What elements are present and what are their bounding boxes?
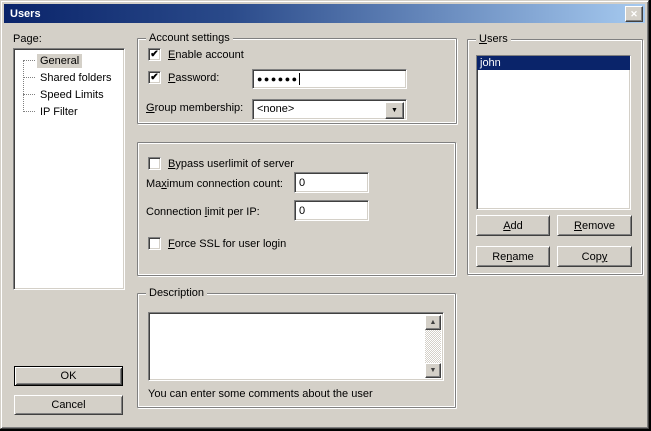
password-checkbox[interactable]: ✔	[148, 71, 161, 84]
connection-limit-per-ip-input[interactable]: 0	[294, 200, 369, 221]
group-membership-select[interactable]: <none> ▼	[252, 99, 407, 120]
page-tree[interactable]: General Shared folders Speed Limits IP F…	[13, 48, 125, 290]
rename-button[interactable]: Rename	[476, 246, 550, 267]
ok-button-label: OK	[61, 370, 77, 382]
description-legend: Description	[146, 287, 207, 299]
force-ssl-checkbox-row[interactable]: Force SSL for user login	[148, 237, 286, 250]
tree-item-label: IP Filter	[37, 105, 81, 119]
copy-button[interactable]: Copy	[557, 246, 632, 267]
titlebar[interactable]: Users ✕	[4, 4, 645, 23]
password-checkbox-row[interactable]: ✔ Password:	[148, 71, 219, 84]
remove-button-label: Remove	[574, 220, 615, 232]
arrow-up-icon: ▲	[430, 319, 437, 326]
users-legend: Users	[476, 33, 511, 45]
tree-item-shared-folders[interactable]: Shared folders	[14, 69, 124, 86]
tree-stub-icon	[23, 111, 35, 112]
description-hint: You can enter some comments about the us…	[148, 388, 373, 400]
connection-limit-per-ip-label: Connection limit per IP:	[146, 206, 260, 218]
description-scrollbar[interactable]: ▲ ▼	[425, 315, 441, 378]
window-title: Users	[10, 8, 41, 20]
enable-account-checkbox-row[interactable]: ✔ Enable account	[148, 48, 244, 61]
ok-button[interactable]: OK	[14, 366, 123, 386]
user-name: john	[480, 57, 501, 69]
add-button-label: Add	[503, 220, 523, 232]
bypass-userlimit-checkbox-row[interactable]: Bypass userlimit of server	[148, 157, 294, 170]
limits-group: Bypass userlimit of server Maximum conne…	[137, 142, 456, 276]
tree-item-ip-filter[interactable]: IP Filter	[14, 103, 124, 120]
maximum-connection-count-value: 0	[299, 177, 305, 189]
password-label: Password:	[168, 72, 219, 84]
account-settings-group: Account settings ✔ Enable account ✔ Pass…	[137, 38, 457, 124]
description-group: Description ▲ ▼ You can enter some comme…	[137, 293, 456, 408]
connection-limit-per-ip-value: 0	[299, 205, 305, 217]
users-dialog: Users ✕ Page: General Shared folders Spe…	[0, 0, 649, 429]
users-listbox[interactable]: john	[476, 55, 631, 210]
tree-connector-line	[23, 60, 24, 112]
password-input[interactable]: ●●●●●●	[252, 69, 407, 89]
arrow-down-icon: ▼	[430, 367, 437, 374]
maximum-connection-count-input[interactable]: 0	[294, 172, 369, 193]
chevron-down-icon: ▼	[391, 107, 398, 114]
tree-item-label: Shared folders	[37, 71, 115, 85]
cancel-button-label: Cancel	[51, 399, 85, 411]
rename-button-label: Rename	[492, 251, 534, 263]
copy-button-label: Copy	[582, 251, 608, 263]
bypass-userlimit-checkbox[interactable]	[148, 157, 161, 170]
description-textarea[interactable]: ▲ ▼	[148, 312, 444, 381]
tree-item-label: Speed Limits	[37, 88, 107, 102]
text-caret	[299, 73, 300, 85]
combo-dropdown-button[interactable]: ▼	[385, 102, 404, 119]
check-icon: ✔	[150, 50, 158, 60]
users-list-item[interactable]: john	[477, 56, 630, 70]
force-ssl-checkbox[interactable]	[148, 237, 161, 250]
close-button[interactable]: ✕	[625, 6, 643, 22]
add-button[interactable]: Add	[476, 215, 550, 236]
bypass-userlimit-label: Bypass userlimit of server	[168, 158, 294, 170]
page-label: Page:	[13, 33, 42, 45]
tree-item-general[interactable]: General	[14, 52, 124, 69]
cancel-button[interactable]: Cancel	[14, 395, 123, 415]
group-membership-value: <none>	[257, 103, 294, 115]
maximum-connection-count-label: Maximum connection count:	[146, 178, 283, 190]
force-ssl-label: Force SSL for user login	[168, 238, 286, 250]
close-icon: ✕	[630, 10, 638, 19]
users-group: Users john Add Remove Rename Copy	[467, 39, 643, 275]
scroll-up-button[interactable]: ▲	[425, 315, 441, 330]
tree-item-speed-limits[interactable]: Speed Limits	[14, 86, 124, 103]
tree-stub-icon	[23, 77, 35, 78]
group-membership-label: Group membership:	[146, 102, 243, 114]
account-settings-legend: Account settings	[146, 32, 233, 44]
check-icon: ✔	[150, 73, 158, 83]
enable-account-checkbox[interactable]: ✔	[148, 48, 161, 61]
tree-stub-icon	[23, 60, 35, 61]
remove-button[interactable]: Remove	[557, 215, 632, 236]
tree-item-label: General	[37, 54, 82, 68]
tree-stub-icon	[23, 94, 35, 95]
enable-account-label: Enable account	[168, 49, 244, 61]
scroll-down-button[interactable]: ▼	[425, 363, 441, 378]
password-value: ●●●●●●	[257, 74, 299, 84]
